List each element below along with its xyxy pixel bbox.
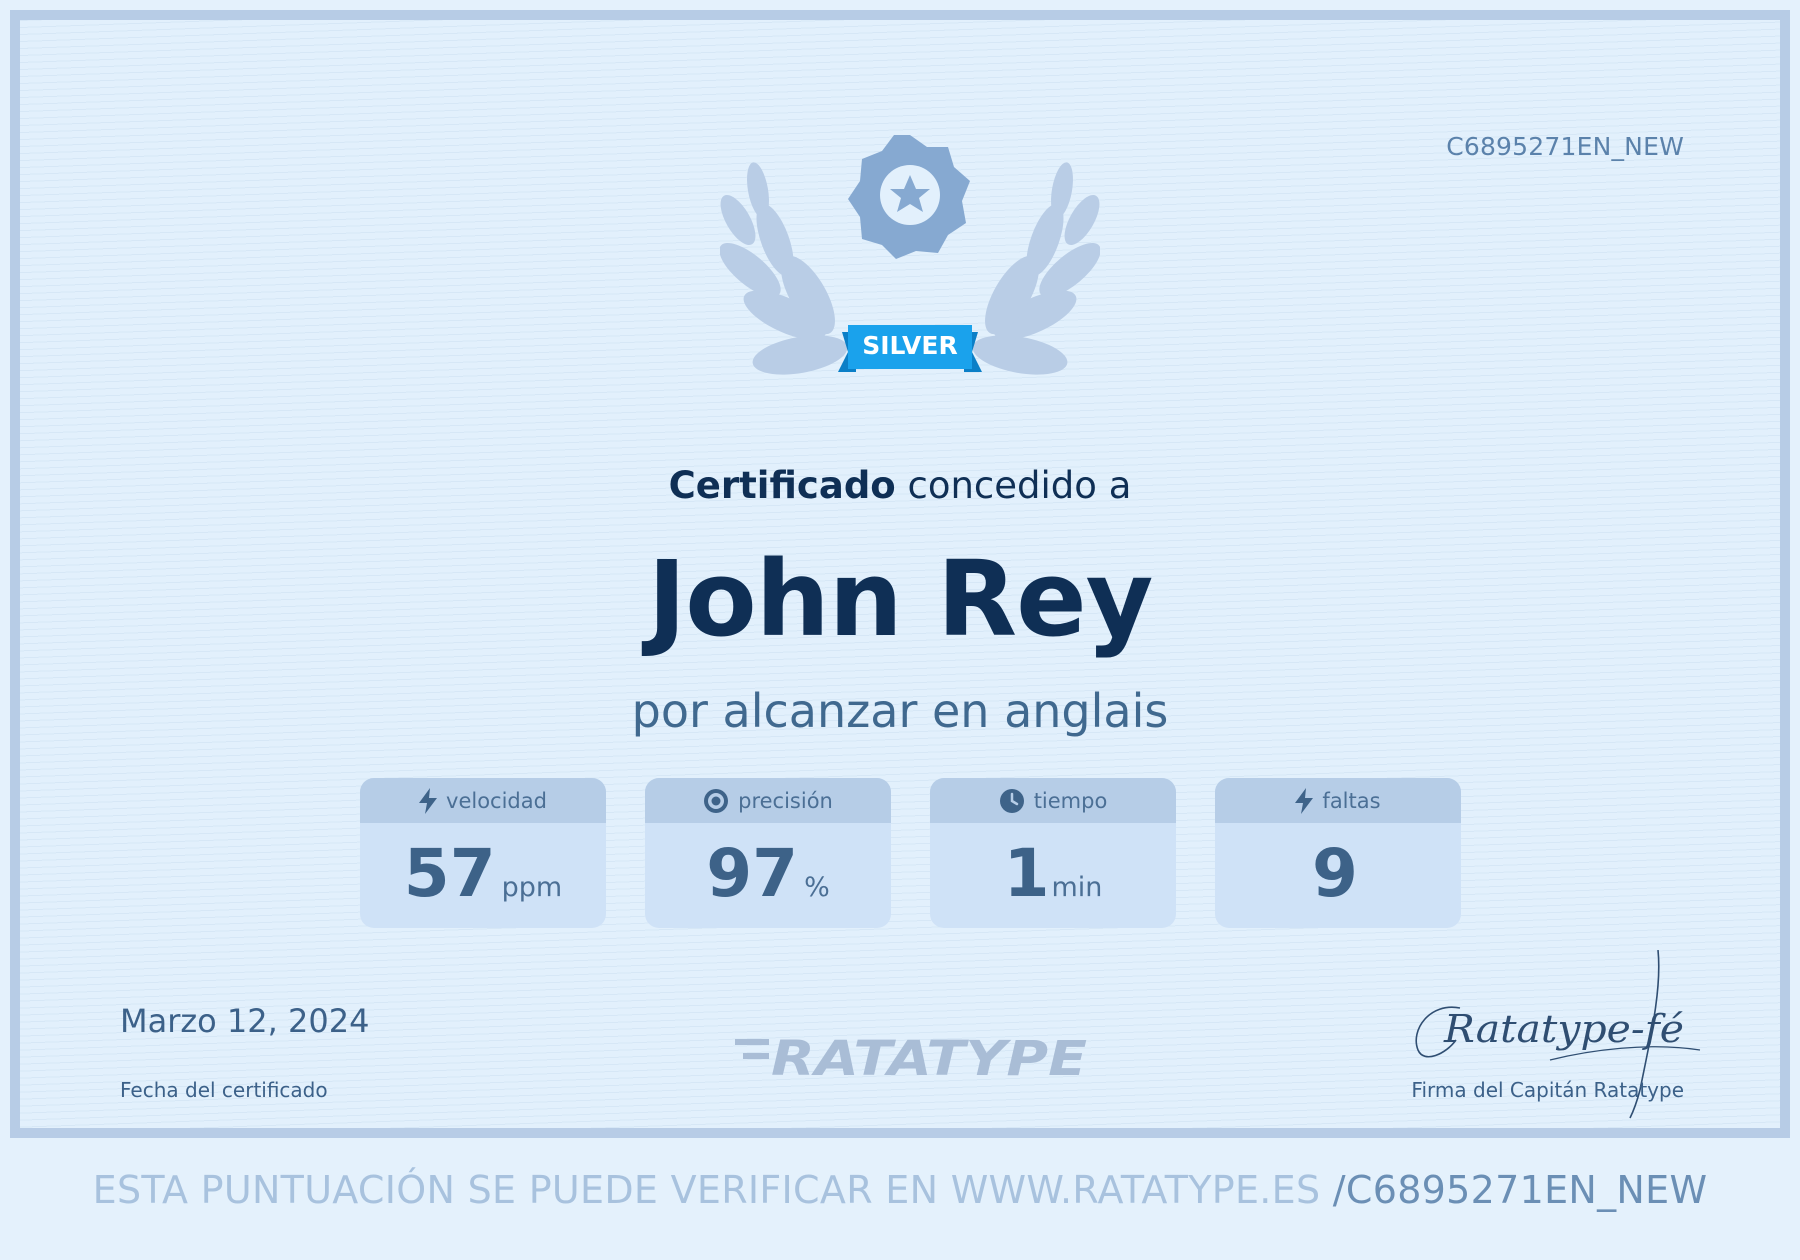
stat-label: precisión <box>738 788 833 813</box>
achievement-subtitle: por alcanzar en anglais <box>631 684 1169 738</box>
stat-label: velocidad <box>446 788 547 813</box>
lightning-icon <box>1295 787 1314 814</box>
stat-card-speed: velocidad 57 ppm <box>360 778 606 928</box>
certificate-date-label: Fecha del certificado <box>120 1078 328 1102</box>
certificate: C6895271EN_NEW SILVER Certificado conced… <box>10 10 1790 1138</box>
stat-value: 9 <box>1312 835 1358 912</box>
heading-bold: Certificado <box>668 464 896 507</box>
stat-card-errors: faltas 9 <box>1215 778 1461 928</box>
stat-card-accuracy: precisión 97 % <box>645 778 891 928</box>
lightning-icon <box>419 787 438 814</box>
certificate-heading: Certificado concedido a <box>20 464 1780 507</box>
signature-label: Firma del Capitán Ratatype <box>1411 1078 1684 1102</box>
stat-unit: ppm <box>501 872 563 903</box>
stat-label: tiempo <box>1033 788 1108 813</box>
certificate-code: C6895271EN_NEW <box>1446 132 1684 161</box>
target-icon <box>704 788 729 813</box>
badge-label: SILVER <box>862 331 958 360</box>
stat-unit: min <box>1051 872 1103 903</box>
svg-text:RATATYPE: RATATYPE <box>771 1031 1087 1085</box>
stat-unit: % <box>804 872 830 903</box>
ratatype-logo: RATATYPE <box>735 1031 1087 1085</box>
laurel-award-emblem <box>720 135 1100 375</box>
clock-icon <box>999 788 1024 813</box>
stats-row: velocidad 57 ppm precisión 97 % tiempo 1… <box>360 778 1470 928</box>
heading-rest: concedido a <box>907 464 1132 507</box>
stat-card-time: tiempo 1 min <box>930 778 1176 928</box>
verify-code: /C6895271EN_NEW <box>1332 1168 1708 1212</box>
stat-label: faltas <box>1322 788 1381 813</box>
stat-value: 97 <box>706 835 799 912</box>
verify-text: ESTA PUNTUACIÓN SE PUEDE VERIFICAR EN WW… <box>92 1168 1321 1212</box>
svg-text:Ratatype-fé: Ratatype-fé <box>1443 1007 1684 1051</box>
stat-value: 57 <box>403 835 496 912</box>
certificate-date: Marzo 12, 2024 <box>120 1002 370 1040</box>
recipient-name: John Rey <box>647 538 1154 660</box>
verification-footer: ESTA PUNTUACIÓN SE PUEDE VERIFICAR EN WW… <box>0 1168 1800 1212</box>
stat-value: 1 <box>1003 835 1050 912</box>
